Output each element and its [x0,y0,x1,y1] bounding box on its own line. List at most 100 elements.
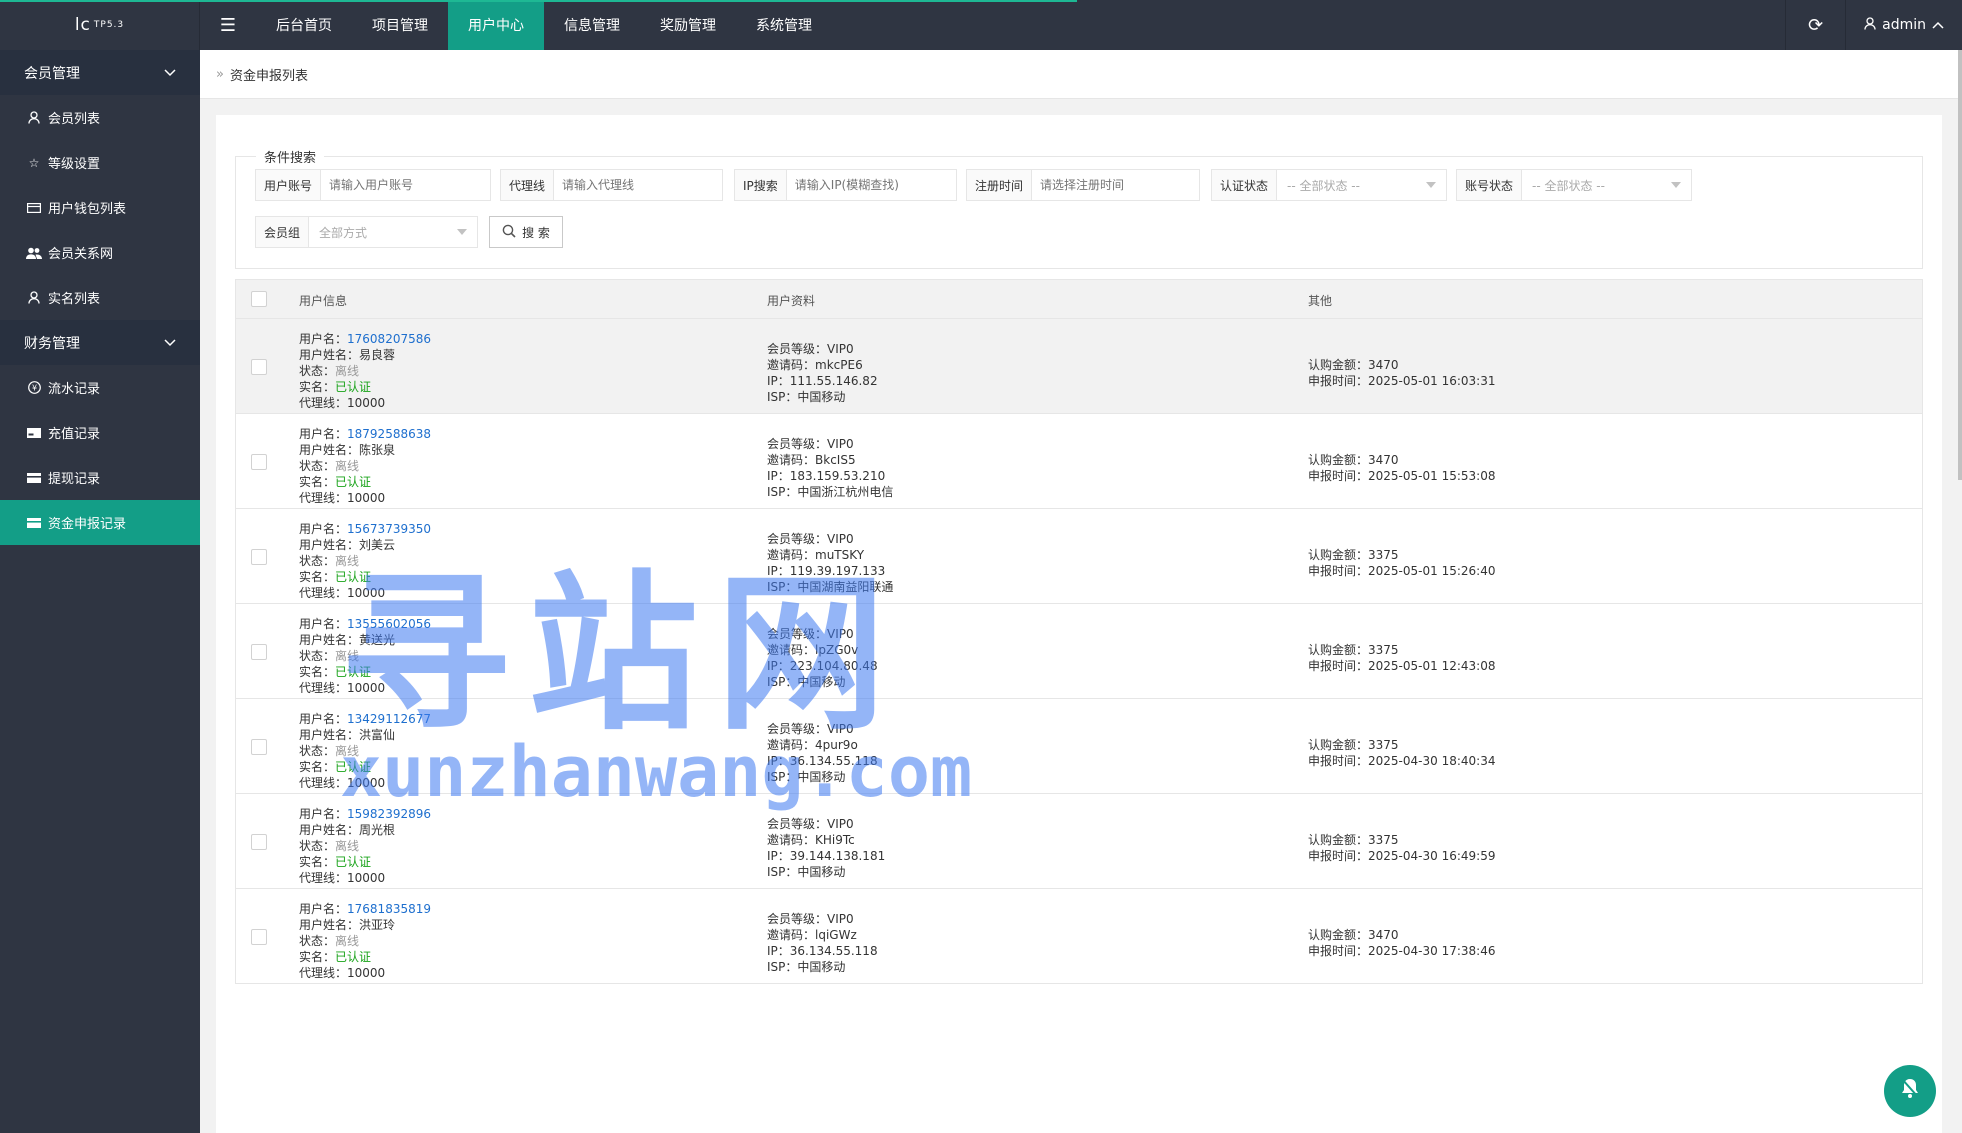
verified-badge: 已认证 [335,570,372,584]
main-panel: 条件搜索 用户账号 代理线 IP搜索 注册时间 认证状态 -- 全部状态 -- … [216,115,1942,1133]
auth-status-select[interactable]: -- 全部状态 -- [1277,170,1446,200]
header-other: 其他 [1308,294,1333,308]
table-row: 用户名：13555602056 用户姓名：黄送光 状态：离线 实名：已认证 代理线：10… [235,604,1923,699]
username-link[interactable]: 17608207586 [347,332,431,346]
verified-badge: 已认证 [335,475,372,489]
topnav-system[interactable]: 系统管理 [736,0,832,50]
status-badge: 离线 [335,934,360,948]
level-value: VIP0 [827,342,854,356]
card-icon [26,517,42,528]
sidebar-item-withdraw[interactable]: 提现记录 [0,455,200,500]
topnav-info[interactable]: 信息管理 [544,0,640,50]
row-checkbox[interactable] [251,549,267,565]
sidebar-item-wallet-list[interactable]: 用户钱包列表 [0,185,200,230]
invite-code-value: 4pur9o [815,738,858,752]
table-row: 用户名：17681835819 用户姓名：洪亚玲 状态：离线 实名：已认证 代理线：10… [235,889,1923,984]
account-status-select[interactable]: -- 全部状态 -- [1522,170,1691,200]
row-checkbox[interactable] [251,644,267,660]
ip-value: 36.134.55.118 [789,754,878,768]
realname-value: 易良蓉 [359,348,396,362]
table-row: 用户名：18792588638 用户姓名：陈张泉 状态：离线 实名：已认证 代理线：10… [235,414,1923,509]
agent-value: 10000 [347,681,386,695]
account-input[interactable] [321,170,490,200]
user-profile-cell: 会员等级：VIP0 邀请码：muTSKY IP：119.39.197.133 ISP：… [767,532,894,594]
username-link[interactable]: 13429112677 [347,712,431,726]
other-cell: 认购金额：3470 申报时间：2025-05-01 15:53:08 [1308,453,1496,483]
search-button[interactable]: 搜 索 [489,216,563,248]
topnav-rewards[interactable]: 奖励管理 [640,0,736,50]
sidebar-item-level-settings[interactable]: ☆ 等级设置 [0,140,200,185]
other-cell: 认购金额：3470 申报时间：2025-05-01 16:03:31 [1308,358,1496,388]
caret-down-icon [457,229,467,235]
scrollbar[interactable] [1958,50,1962,480]
sidebar-item-realname-list[interactable]: 实名列表 [0,275,200,320]
header-user-profile: 用户资料 [767,294,816,308]
ip-input[interactable] [786,170,956,200]
sidebar-group-members[interactable]: 会员管理 [0,50,200,95]
invite-code-value: BkcIS5 [815,453,856,467]
breadcrumb-separator-icon: » [216,66,224,82]
floating-action-button[interactable] [1884,1065,1936,1117]
level-value: VIP0 [827,722,854,736]
user-menu[interactable]: admin [1845,0,1962,50]
member-group-select[interactable]: 全部方式 [309,217,477,247]
users-icon [26,247,42,259]
status-badge: 离线 [335,839,360,853]
sidebar-item-recharge[interactable]: 充值记录 [0,410,200,455]
agent-value: 10000 [347,776,386,790]
coin-icon: ¥ [26,381,42,394]
card-icon [26,202,42,213]
username-link[interactable]: 15982392896 [347,807,431,821]
username-link[interactable]: 17681835819 [347,902,431,916]
isp-value: 中国移动 [797,960,846,974]
status-badge: 离线 [335,554,360,568]
user-info-cell: 用户名：15673739350 用户姓名：刘美云 状态：离线 实名：已认证 代理线：10… [299,522,431,600]
declare-time-value: 2025-04-30 18:40:34 [1368,754,1496,768]
agent-value: 10000 [347,966,386,980]
table-header: 用户信息 用户资料 其他 [235,279,1923,319]
ip-value: 39.144.138.181 [789,849,886,863]
ip-value: 183.159.53.210 [789,469,886,483]
user-info-cell: 用户名：17681835819 用户姓名：洪亚玲 状态：离线 实名：已认证 代理线：10… [299,902,431,980]
sidebar-item-transactions[interactable]: ¥ 流水记录 [0,365,200,410]
topnav-home[interactable]: 后台首页 [256,0,352,50]
top-nav: 后台首页 项目管理 用户中心 信息管理 奖励管理 系统管理 [256,0,832,50]
row-checkbox[interactable] [251,739,267,755]
topnav-user-center[interactable]: 用户中心 [448,0,544,50]
logo[interactable]: lc TP5.3 [0,0,200,50]
sidebar-group-finance[interactable]: 财务管理 [0,320,200,365]
invite-code-value: muTSKY [815,548,865,562]
username-link[interactable]: 13555602056 [347,617,431,631]
isp-value: 中国移动 [797,675,846,689]
status-badge: 离线 [335,744,360,758]
invite-code-value: mkcPE6 [815,358,863,372]
loading-progress [0,0,1077,2]
amount-value: 3470 [1368,358,1399,372]
sidebar-item-member-list[interactable]: 会员列表 [0,95,200,140]
user-profile-cell: 会员等级：VIP0 邀请码：mkcPE6 IP：111.55.146.82 ISP：中… [767,342,878,404]
regtime-input[interactable] [1032,170,1199,200]
sidebar-item-member-network[interactable]: 会员关系网 [0,230,200,275]
account-search-field: 用户账号 [255,169,491,201]
recharge-icon [26,427,42,438]
select-all-checkbox[interactable] [251,291,267,307]
row-checkbox[interactable] [251,454,267,470]
sidebar-item-fund-declarations[interactable]: 资金申报记录 [0,500,200,545]
agent-input[interactable] [554,170,722,200]
row-checkbox[interactable] [251,929,267,945]
user-info-cell: 用户名：17608207586 用户姓名：易良蓉 状态：离线 实名：已认证 代理线：10… [299,332,431,410]
refresh-icon[interactable]: ⟳ [1785,0,1845,50]
menu-toggle-icon[interactable]: ☰ [200,0,256,50]
user-icon [1864,16,1876,34]
topnav-projects[interactable]: 项目管理 [352,0,448,50]
row-checkbox[interactable] [251,834,267,850]
regtime-search-field: 注册时间 [966,169,1200,201]
username-link[interactable]: 18792588638 [347,427,431,441]
chevron-up-icon [1932,17,1944,33]
username-link[interactable]: 15673739350 [347,522,431,536]
agent-value: 10000 [347,396,386,410]
user-profile-cell: 会员等级：VIP0 邀请码：lqiGWz IP：36.134.55.118 ISP：中… [767,912,878,974]
invite-code-value: lqiGWz [815,928,857,942]
declare-time-value: 2025-05-01 15:26:40 [1368,564,1496,578]
row-checkbox[interactable] [251,359,267,375]
